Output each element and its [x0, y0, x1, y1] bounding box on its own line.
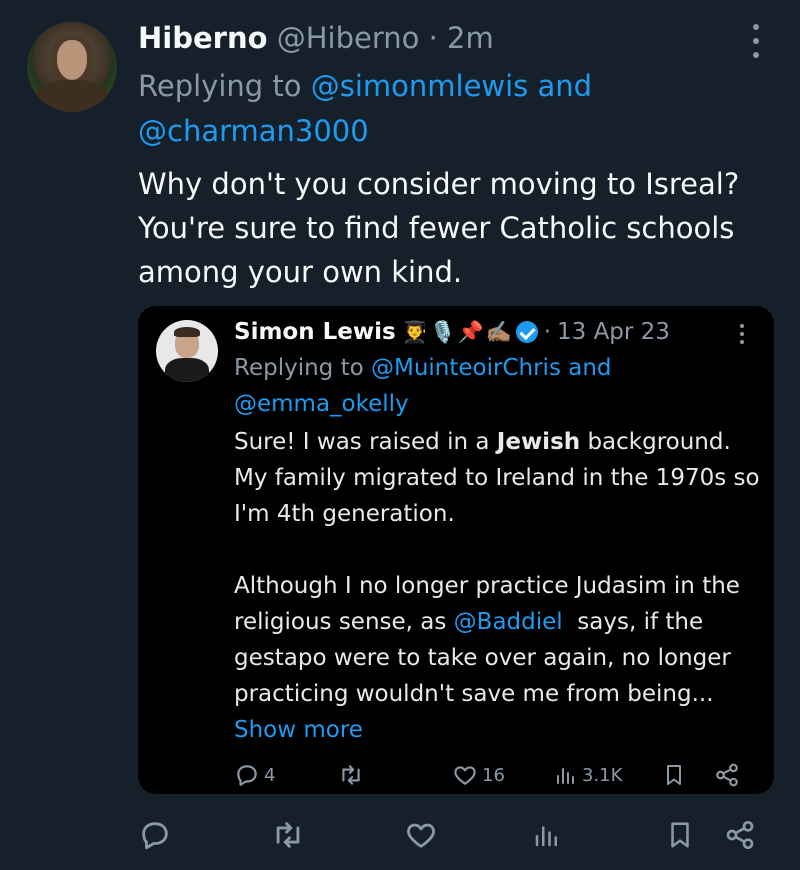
- replying-user-link[interactable]: @emma_okelly: [234, 391, 409, 417]
- reply-icon: [237, 765, 257, 786]
- quoted-date[interactable]: 13 Apr 23: [557, 316, 670, 348]
- reply-icon: [142, 822, 168, 850]
- emoji: 🎙️: [429, 320, 456, 344]
- quoted-paragraph: Although I no longer practice Judasim in…: [234, 573, 740, 743]
- tweet: Hiberno @Hiberno · 2m Replying to @simon…: [0, 0, 800, 870]
- tweet-header: Hiberno @Hiberno · 2m: [138, 18, 494, 58]
- timestamp[interactable]: 2m: [447, 21, 494, 55]
- quoted-avatar[interactable]: [156, 320, 218, 382]
- quoted-retweet-button[interactable]: [338, 760, 364, 790]
- action-bar: [135, 815, 775, 855]
- tweet-text-line: You're sure to find fewer Catholic schoo…: [138, 211, 735, 245]
- quoted-header: Simon Lewis 👨‍🎓 🎙️ 📌 ✍🏽 · 13 Apr 23: [234, 316, 670, 348]
- views-icon: [535, 826, 557, 847]
- quoted-text: Sure! I was raised in a Jewish backgroun…: [234, 424, 764, 784]
- like-button[interactable]: [401, 815, 441, 855]
- quoted-replying-to: Replying to @MuinteoirChris and @emma_ok…: [234, 350, 674, 422]
- quoted-paragraph: Sure! I was raised in a Jewish backgroun…: [234, 429, 760, 527]
- retweet-icon: [276, 822, 300, 848]
- replying-prefix: Replying to: [234, 355, 371, 381]
- bookmark-icon: [667, 765, 681, 785]
- more-icon[interactable]: [750, 24, 762, 58]
- emoji: ✍🏽: [485, 320, 512, 344]
- quoted-bookmark-button[interactable]: [662, 760, 686, 790]
- tweet-text: Why don't you consider moving to Isreal?…: [138, 162, 788, 294]
- quoted-reply-button[interactable]: 4: [234, 760, 275, 790]
- quoted-share-button[interactable]: [714, 760, 740, 790]
- emoji-list: 👨‍🎓 🎙️ 📌 ✍🏽: [401, 316, 512, 348]
- reply-count: 4: [264, 764, 276, 786]
- show-more-link[interactable]: Show more: [234, 717, 363, 743]
- quoted-separator: ·: [543, 319, 551, 345]
- quoted-action-bar: 4 16 3.1K: [234, 760, 754, 790]
- replying-to: Replying to @simonmlewis and @charman300…: [138, 64, 698, 154]
- replying-prefix: Replying to: [138, 69, 311, 103]
- author-name[interactable]: Hiberno: [138, 21, 268, 55]
- share-icon: [726, 821, 754, 849]
- share-button[interactable]: [720, 815, 760, 855]
- separator: ·: [428, 21, 438, 55]
- verified-icon[interactable]: [515, 321, 538, 343]
- quoted-author-name[interactable]: Simon Lewis: [234, 316, 396, 348]
- author-handle[interactable]: @Hiberno: [277, 21, 420, 55]
- replying-user-link[interactable]: @MuinteoirChris and: [371, 355, 612, 381]
- heart-icon: [407, 823, 435, 848]
- retweet-button[interactable]: [268, 815, 308, 855]
- quoted-tweet[interactable]: Simon Lewis 👨‍🎓 🎙️ 📌 ✍🏽 · 13 Apr 23 Repl…: [138, 306, 774, 794]
- tweet-text-line: among your own kind.: [138, 255, 463, 289]
- share-icon: [716, 763, 738, 787]
- mention-link[interactable]: @Baddiel: [454, 609, 563, 635]
- retweet-icon: [342, 765, 360, 785]
- tweet-text-line: Why don't you consider moving to Isreal?: [138, 167, 740, 201]
- avatar[interactable]: [27, 22, 117, 112]
- quoted-views-button[interactable]: 3.1K: [554, 760, 622, 790]
- emoji: 📌: [457, 320, 484, 344]
- views-count: 3.1K: [582, 764, 623, 786]
- views-icon: [557, 768, 574, 784]
- reply-button[interactable]: [135, 815, 175, 855]
- heart-icon: [454, 766, 476, 785]
- quoted-like-button[interactable]: 16: [452, 760, 505, 790]
- like-count: 16: [482, 764, 505, 786]
- bookmark-button[interactable]: [660, 815, 700, 855]
- emoji: 👨‍🎓: [401, 320, 428, 344]
- more-icon[interactable]: [740, 324, 746, 344]
- views-button[interactable]: [527, 815, 567, 855]
- replying-user-link[interactable]: @simonmlewis and: [311, 69, 592, 103]
- replying-user-link[interactable]: @charman3000: [138, 114, 369, 148]
- bookmark-icon: [671, 822, 689, 848]
